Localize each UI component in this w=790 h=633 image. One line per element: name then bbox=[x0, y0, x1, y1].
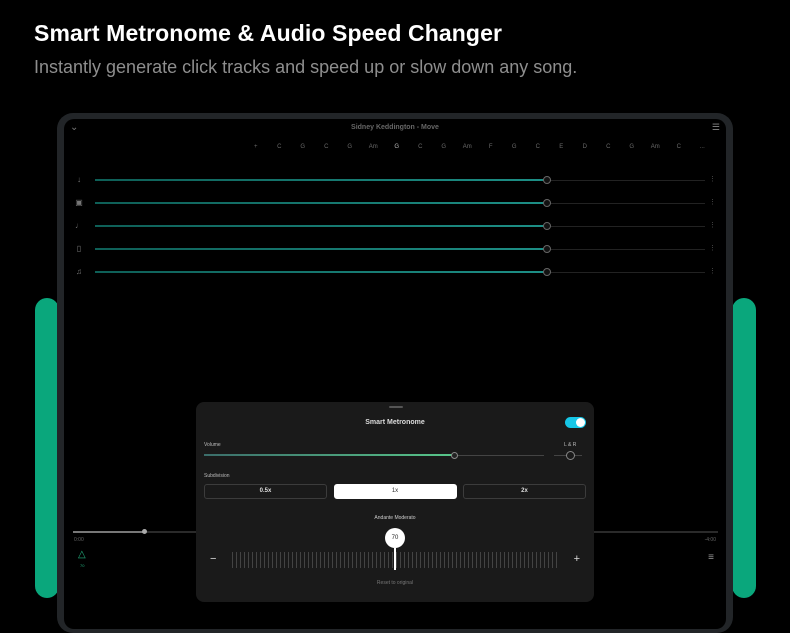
track-volume-fill bbox=[95, 202, 546, 204]
chord-label: G bbox=[300, 144, 306, 150]
subdivision-button-2[interactable]: 2x bbox=[463, 484, 586, 499]
promo-subline: Instantly generate click tracks and spee… bbox=[34, 57, 578, 77]
chord-label: C bbox=[418, 144, 423, 150]
tempo-name: Andante Moderato bbox=[374, 515, 416, 521]
track-volume-fill bbox=[95, 225, 546, 227]
track-volume-fill bbox=[95, 271, 546, 273]
reset-button[interactable]: Reset to original bbox=[196, 580, 594, 586]
track-row-bass: ♩ ⋮ bbox=[74, 221, 716, 231]
track-row-vocals: ↓ ⋮ bbox=[74, 175, 716, 185]
tempo-indicator bbox=[394, 548, 396, 570]
accent-bar-left bbox=[35, 298, 59, 598]
subdivision-selector: 0.5x 1x 2x bbox=[204, 484, 586, 500]
accent-bar-right bbox=[732, 298, 756, 598]
track-volume-fill bbox=[95, 248, 546, 250]
chord-label: Am bbox=[462, 144, 472, 150]
timeline-scrubber[interactable] bbox=[142, 529, 147, 534]
metronome-panel: Smart Metronome Volume L & R Subdivision… bbox=[196, 402, 594, 602]
decrease-tempo-button[interactable]: − bbox=[210, 553, 216, 565]
timeline-progress bbox=[73, 531, 144, 533]
bpm-value[interactable]: 70 bbox=[385, 528, 405, 548]
pan-label: L & R bbox=[564, 442, 577, 448]
chord-label: D bbox=[582, 144, 587, 150]
chord-strip: + C G C G Am G C G Am F G C E D C G Am C... bbox=[244, 144, 714, 156]
chord-label: C bbox=[676, 144, 681, 150]
pan-knob[interactable] bbox=[566, 451, 575, 460]
metronome-toggle[interactable] bbox=[565, 417, 586, 428]
chord-label: ... bbox=[699, 144, 705, 150]
track-options-icon[interactable]: ⋮ bbox=[709, 244, 716, 252]
track-volume-fill bbox=[95, 179, 546, 181]
track-volume-knob[interactable] bbox=[543, 176, 551, 184]
track-row-drums: ▣ ⋮ bbox=[74, 198, 716, 208]
song-title: Sidney Keddington - Move bbox=[351, 124, 439, 131]
chord-label: F bbox=[488, 144, 493, 150]
track-row-guitar: ▯ ⋮ bbox=[74, 244, 716, 254]
subdivision-button-0[interactable]: 0.5x bbox=[204, 484, 327, 499]
volume-knob[interactable] bbox=[451, 452, 458, 459]
chord-label: G bbox=[629, 144, 635, 150]
track-options-icon[interactable]: ⋮ bbox=[709, 198, 716, 206]
subdivision-button-1[interactable]: 1x bbox=[333, 484, 457, 499]
guitar-icon[interactable]: ▯ bbox=[74, 244, 84, 253]
volume-fill bbox=[204, 454, 454, 456]
chord-label: C bbox=[535, 144, 540, 150]
track-volume-knob[interactable] bbox=[543, 245, 551, 253]
subdivision-label: Subdivision bbox=[204, 473, 230, 479]
metronome-icon[interactable]: △ bbox=[78, 549, 86, 560]
chord-label: C bbox=[324, 144, 329, 150]
bass-guitar-icon[interactable]: ♩ bbox=[74, 221, 84, 230]
chord-label: C bbox=[277, 144, 282, 150]
microphone-icon[interactable]: ↓ bbox=[74, 175, 84, 184]
metronome-title: Smart Metronome bbox=[365, 419, 425, 426]
volume-slider[interactable] bbox=[204, 452, 544, 459]
music-note-icon[interactable]: ♫ bbox=[74, 267, 84, 276]
track-volume-knob[interactable] bbox=[543, 268, 551, 276]
chord-label: G bbox=[441, 144, 447, 150]
chord-label: G bbox=[347, 144, 353, 150]
chord-label: G bbox=[394, 144, 400, 150]
track-volume-knob[interactable] bbox=[543, 222, 551, 230]
track-row-other: ♫ ⋮ bbox=[74, 267, 716, 277]
sliders-icon[interactable]: ≡ bbox=[708, 552, 714, 563]
hamburger-menu-icon[interactable]: ☰ bbox=[712, 122, 720, 133]
increase-tempo-button[interactable]: + bbox=[574, 553, 580, 565]
track-options-icon[interactable]: ⋮ bbox=[709, 221, 716, 229]
chord-label: C bbox=[606, 144, 611, 150]
volume-label: Volume bbox=[204, 442, 221, 448]
track-options-icon[interactable]: ⋮ bbox=[709, 175, 716, 183]
track-volume-knob[interactable] bbox=[543, 199, 551, 207]
chord-label: Am bbox=[368, 144, 378, 150]
time-remaining: -4:00 bbox=[704, 537, 716, 543]
chord-label: + bbox=[253, 144, 258, 150]
chord-label: E bbox=[559, 144, 564, 150]
chord-label: Am bbox=[650, 144, 660, 150]
time-elapsed: 0:00 bbox=[74, 537, 84, 543]
metronome-bpm-label: 70 bbox=[80, 563, 85, 568]
drag-handle[interactable] bbox=[389, 406, 403, 408]
track-options-icon[interactable]: ⋮ bbox=[709, 267, 716, 275]
top-bar: ⌄ Sidney Keddington - Move ☰ bbox=[64, 119, 726, 137]
promo-headline: Smart Metronome & Audio Speed Changer bbox=[34, 20, 503, 46]
chord-label: G bbox=[511, 144, 517, 150]
drum-icon[interactable]: ▣ bbox=[74, 198, 84, 207]
